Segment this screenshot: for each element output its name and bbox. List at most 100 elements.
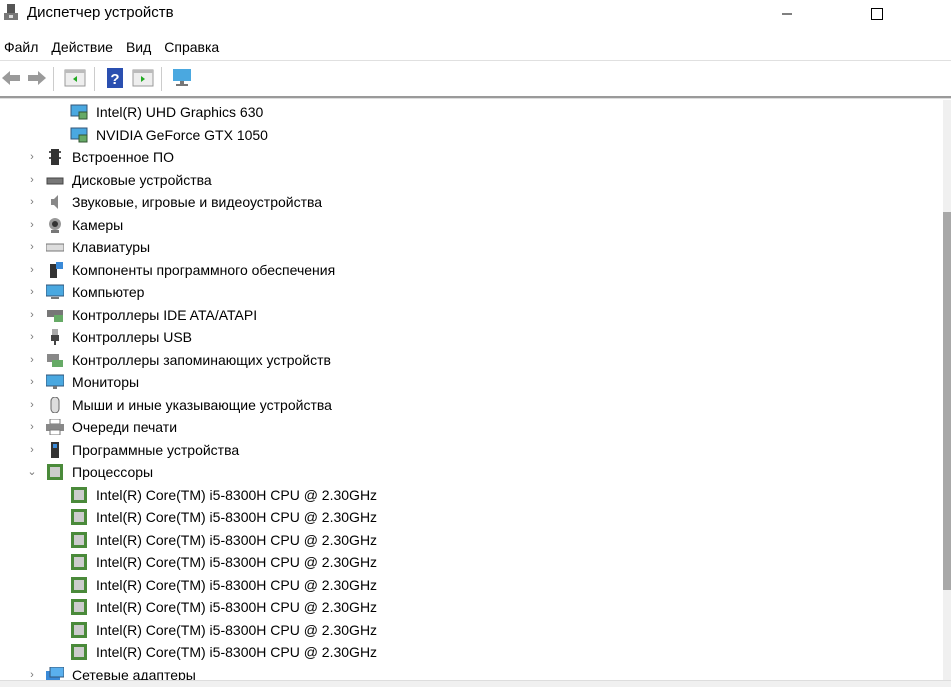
tree-item-label: Встроенное ПО (72, 149, 174, 165)
tree-item[interactable]: › Звуковые, игровые и видеоустройства (0, 191, 900, 213)
toolbar-separator (53, 67, 54, 91)
tree-item[interactable]: › Сетевые адаптеры (0, 664, 900, 681)
tree-item-label: Компоненты программного обеспечения (72, 261, 336, 278)
forward-icon[interactable] (26, 67, 48, 89)
update-driver-icon[interactable] (132, 67, 154, 89)
cpu-icon (71, 644, 87, 660)
scrollbar-thumb[interactable] (943, 212, 951, 590)
tree-item-label: Дисковые устройства (72, 171, 212, 188)
tree-item[interactable]: Intel(R) Core(TM) i5-8300H CPU @ 2.30GHz (0, 641, 900, 663)
cpu-icon (71, 576, 87, 593)
tree-item[interactable]: › Очереди печати (0, 416, 900, 438)
back-icon[interactable] (0, 67, 22, 89)
tree-item-label: Звуковые, игровые и видеоустройства (72, 194, 323, 210)
chevron-right-icon[interactable]: › (27, 371, 37, 393)
tree-item-label: NVIDIA GeForce GTX 1050 (96, 126, 268, 143)
tree-item[interactable]: › Камеры (0, 214, 900, 236)
tree-item-label: Контроллеры USB (72, 329, 192, 345)
svg-text:?: ? (110, 71, 119, 88)
tree-item[interactable]: Intel(R) Core(TM) i5-8300H CPU @ 2.30GHz (0, 551, 900, 573)
chevron-right-icon[interactable]: › (27, 146, 37, 168)
camera-icon (49, 217, 61, 233)
tree-item[interactable]: › Клавиатуры (0, 236, 900, 258)
storage-icon (47, 353, 63, 367)
display-adapter-icon (70, 104, 88, 120)
tree-item-label: Программные устройства (72, 441, 240, 458)
device-manager-icon (4, 4, 18, 20)
ide-icon (47, 309, 63, 322)
tree-item-label: Контроллеры запоминающих устройств (72, 351, 331, 368)
tree-item[interactable]: Intel(R) Core(TM) i5-8300H CPU @ 2.30GHz (0, 574, 900, 596)
usb-icon (51, 329, 59, 345)
chevron-right-icon[interactable]: › (27, 169, 37, 191)
tree-item[interactable]: Intel(R) Core(TM) i5-8300H CPU @ 2.30GHz (0, 506, 900, 528)
chevron-right-icon[interactable]: › (27, 304, 37, 326)
chevron-right-icon[interactable]: › (27, 394, 37, 416)
tree-item[interactable]: Intel(R) UHD Graphics 630 (0, 101, 900, 123)
tree-item[interactable]: › Контроллеры IDE ATA/ATAPI (0, 304, 900, 326)
tree-item[interactable]: Intel(R) Core(TM) i5-8300H CPU @ 2.30GHz (0, 484, 900, 506)
tree-item[interactable]: › Компьютер (0, 281, 900, 303)
menu-action[interactable]: Действие (47, 36, 122, 58)
tree-item-label: Intel(R) UHD Graphics 630 (96, 104, 264, 120)
chevron-right-icon[interactable]: › (27, 664, 37, 681)
tree-item[interactable]: NVIDIA GeForce GTX 1050 (0, 124, 900, 146)
tree-item[interactable]: › Мониторы (0, 371, 900, 393)
help-icon[interactable]: ? (104, 67, 126, 89)
disk-icon (46, 177, 64, 184)
cpu-icon (71, 486, 87, 503)
menu-help[interactable]: Справка (160, 36, 228, 58)
cpu-icon (71, 509, 87, 525)
tree-item-label: Клавиатуры (72, 239, 151, 255)
chevron-right-icon[interactable]: › (27, 281, 37, 303)
tree-item[interactable]: Intel(R) Core(TM) i5-8300H CPU @ 2.30GHz (0, 529, 900, 551)
tree-item[interactable]: › Дисковые устройства (0, 169, 900, 191)
chevron-right-icon[interactable]: › (27, 259, 37, 281)
mouse-icon (50, 396, 60, 413)
chevron-right-icon[interactable]: › (27, 349, 37, 371)
network-icon (46, 666, 64, 680)
scan-hardware-icon[interactable] (171, 67, 193, 89)
software-component-icon (50, 261, 63, 278)
chevron-right-icon[interactable]: › (27, 416, 37, 438)
vertical-scrollbar[interactable] (943, 100, 951, 680)
software-device-icon (51, 441, 59, 458)
minimize-button[interactable] (764, 0, 810, 28)
tree-item[interactable]: Intel(R) Core(TM) i5-8300H CPU @ 2.30GHz (0, 619, 900, 641)
menu-view[interactable]: Вид (122, 36, 160, 58)
tree-item[interactable]: › Контроллеры запоминающих устройств (0, 349, 900, 371)
tree-item[interactable]: › Мыши и иные указывающие устройства (0, 394, 900, 416)
tree-item[interactable]: › Контроллеры USB (0, 326, 900, 348)
cpu-icon (71, 554, 87, 570)
tree-item-label: Компьютер (72, 284, 145, 300)
tree-item[interactable]: › Программные устройства (0, 439, 900, 461)
tree-item-label: Intel(R) Core(TM) i5-8300H CPU @ 2.30GHz (96, 599, 378, 615)
chevron-right-icon[interactable]: › (27, 191, 37, 213)
menu-bar: Файл Действие Вид Справка (0, 36, 228, 58)
chevron-right-icon[interactable]: › (27, 439, 37, 461)
tree-item[interactable]: › Компоненты программного обеспечения (0, 259, 900, 281)
tree-item-label: Intel(R) Core(TM) i5-8300H CPU @ 2.30GHz (96, 509, 378, 525)
tree-item-label: Процессоры (72, 464, 154, 480)
chevron-right-icon[interactable]: › (27, 236, 37, 258)
menu-file[interactable]: Файл (0, 36, 47, 58)
tree-item-label: Intel(R) Core(TM) i5-8300H CPU @ 2.30GHz (96, 644, 378, 660)
tree-item[interactable]: › Встроенное ПО (0, 146, 900, 168)
sound-icon (51, 195, 58, 209)
monitor-icon (46, 374, 64, 389)
chevron-right-icon[interactable]: › (27, 214, 37, 236)
tree-item[interactable]: ⌄ Процессоры (0, 461, 900, 483)
computer-icon (46, 284, 64, 299)
tree-item[interactable]: Intel(R) Core(TM) i5-8300H CPU @ 2.30GHz (0, 596, 900, 618)
chevron-down-icon[interactable]: ⌄ (27, 461, 37, 483)
chevron-right-icon[interactable]: › (27, 326, 37, 348)
tree-item-label: Контроллеры IDE ATA/ATAPI (72, 306, 258, 323)
title-bar: Диспетчер устройств (0, 0, 951, 30)
cpu-icon (71, 621, 87, 638)
firmware-icon (49, 149, 61, 165)
maximize-button[interactable] (854, 0, 900, 28)
properties-icon[interactable] (64, 67, 86, 89)
tree-item-label: Сетевые адаптеры (72, 666, 196, 681)
device-tree: Intel(R) UHD Graphics 630 NVIDIA GeForce … (0, 100, 943, 680)
toolbar-separator (94, 67, 95, 91)
